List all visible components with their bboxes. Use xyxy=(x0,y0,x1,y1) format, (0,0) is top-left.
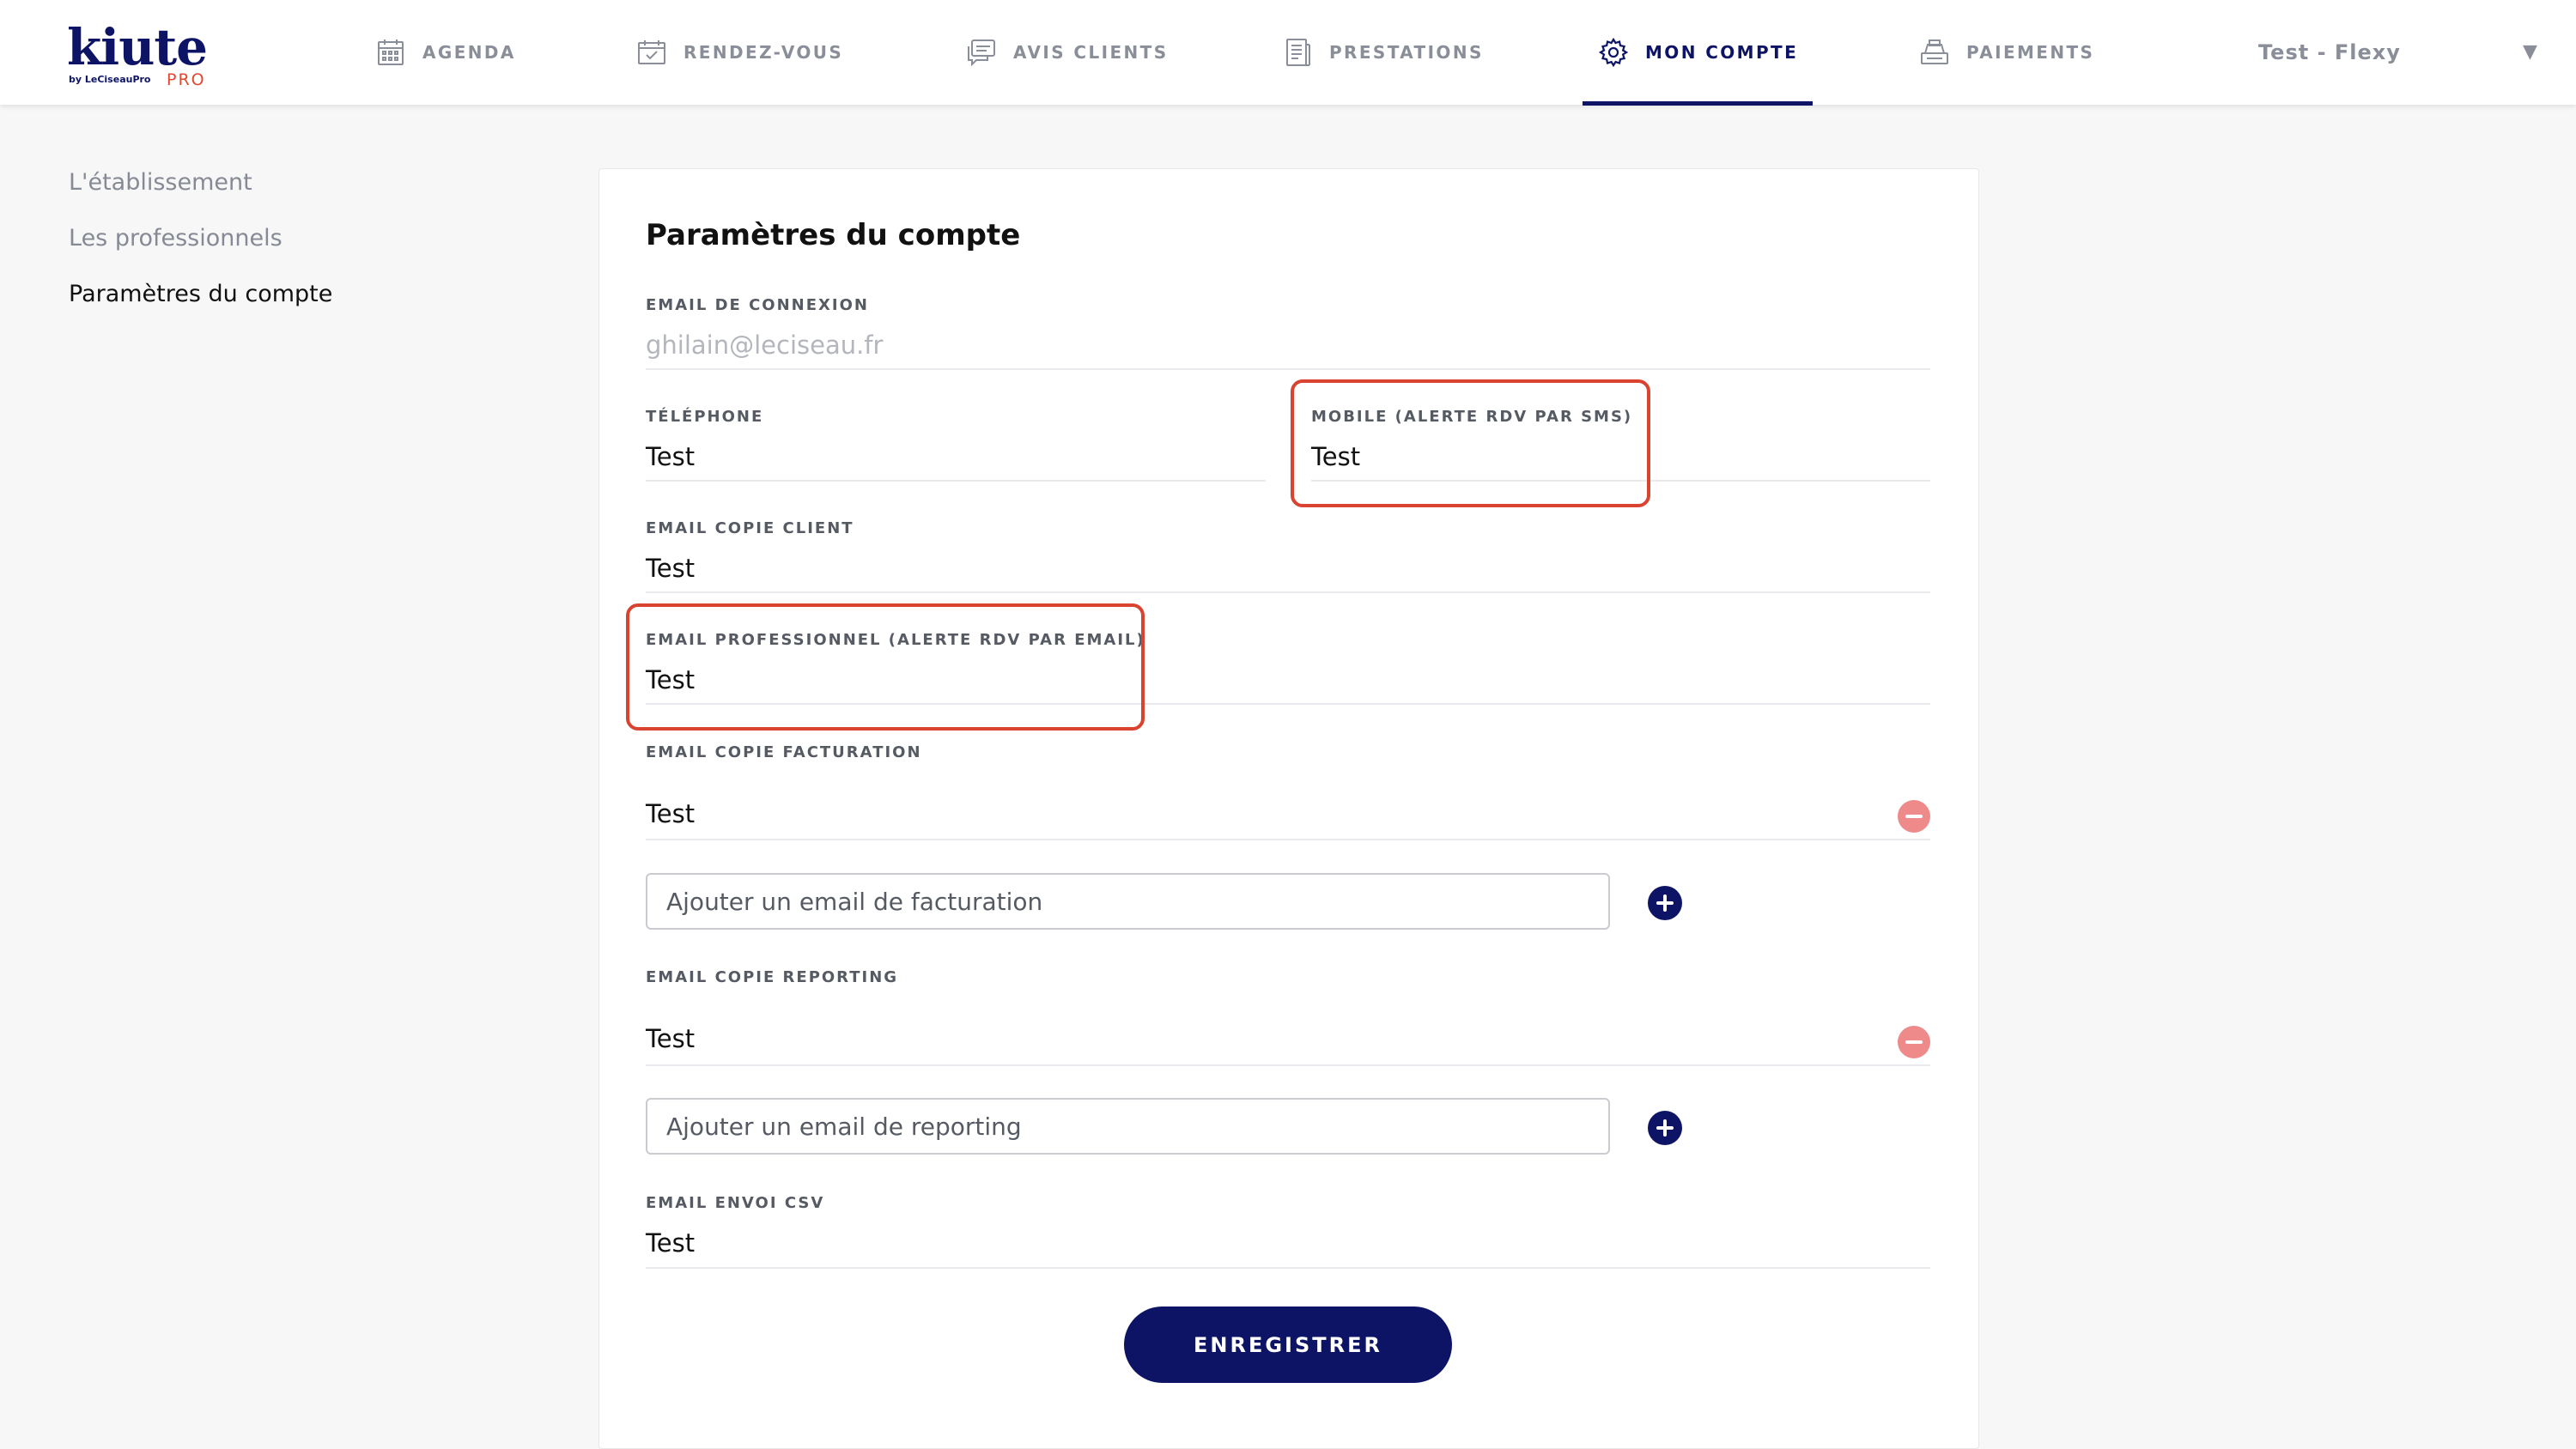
sidebar-item-professionnels[interactable]: Les professionnels xyxy=(69,225,283,252)
add-facturation-email-input[interactable] xyxy=(646,873,1610,930)
sidebar-item-etablissement[interactable]: L'établissement xyxy=(69,169,252,196)
add-reporting-email-input[interactable] xyxy=(646,1098,1610,1155)
divider xyxy=(646,839,1930,840)
remove-facturation-email-button[interactable] xyxy=(1898,800,1930,833)
email-copie-facturation-label: EMAIL COPIE FACTURATION xyxy=(646,743,922,761)
user-account-menu[interactable]: Test - Flexy xyxy=(2258,0,2401,105)
active-tab-indicator xyxy=(1583,101,1813,106)
email-copie-client-field[interactable]: Test xyxy=(646,554,695,583)
nav-prestations[interactable]: PRESTATIONS xyxy=(1283,0,1484,105)
nav-paiements-label: PAIEMENTS xyxy=(1966,42,2095,63)
email-copie-reporting-label: EMAIL COPIE REPORTING xyxy=(646,968,899,986)
logo-wordmark: kiute xyxy=(67,18,208,76)
nav-paiements[interactable]: PAIEMENTS xyxy=(1920,0,2094,105)
sidebar-item-parametres-compte[interactable]: Paramètres du compte xyxy=(69,281,332,307)
email-envoi-csv-label: EMAIL ENVOI CSV xyxy=(646,1194,825,1212)
kiute-logo[interactable]: kiute by LeCiseauPro PRO xyxy=(67,22,222,91)
calendar-icon xyxy=(378,39,404,65)
nav-prestations-label: PRESTATIONS xyxy=(1329,42,1484,63)
page-title: Paramètres du compte xyxy=(646,218,1021,252)
user-name: Test - Flexy xyxy=(2258,40,2401,64)
divider xyxy=(646,1267,1930,1269)
email-connexion-label: EMAIL DE CONNEXION xyxy=(646,296,869,314)
nav-avis-clients-label: AVIS CLIENTS xyxy=(1013,42,1169,63)
document-list-icon xyxy=(1286,39,1310,66)
nav-rendez-vous[interactable]: RENDEZ-VOUS xyxy=(637,0,843,105)
divider xyxy=(646,368,1930,370)
nav-avis-clients[interactable]: AVIS CLIENTS xyxy=(967,0,1169,105)
email-envoi-csv-field[interactable]: Test xyxy=(646,1228,695,1258)
email-connexion-value: ghilain@leciseau.fr xyxy=(646,330,884,360)
logo-pro-tag: PRO xyxy=(167,70,206,89)
nav-mon-compte[interactable]: MON COMPTE xyxy=(1599,0,1798,105)
divider xyxy=(646,1064,1930,1066)
logo-byline: by LeCiseauPro xyxy=(69,74,151,85)
email-copie-facturation-value: Test xyxy=(646,799,696,828)
account-settings-card xyxy=(598,168,1979,1449)
mobile-highlight-box xyxy=(1291,379,1650,507)
minus-icon xyxy=(1905,1040,1923,1044)
nav-rendez-vous-label: RENDEZ-VOUS xyxy=(683,42,844,63)
email-professionnel-highlight-box xyxy=(626,603,1145,731)
calendar-check-icon xyxy=(638,40,665,64)
remove-reporting-email-button[interactable] xyxy=(1898,1026,1930,1058)
add-reporting-email-button[interactable] xyxy=(1648,1111,1682,1145)
nav-agenda-label: AGENDA xyxy=(422,42,516,63)
nav-agenda[interactable]: AGENDA xyxy=(376,0,516,105)
divider xyxy=(646,591,1930,593)
divider xyxy=(646,480,1266,482)
email-copie-client-label: EMAIL COPIE CLIENT xyxy=(646,519,854,537)
email-copie-reporting-value: Test xyxy=(646,1024,696,1053)
add-facturation-email-button[interactable] xyxy=(1648,886,1682,920)
telephone-label: TÉLÉPHONE xyxy=(646,408,764,426)
telephone-field[interactable]: Test xyxy=(646,442,695,471)
chat-bubbles-icon xyxy=(968,39,995,67)
chevron-down-icon[interactable]: ▼ xyxy=(2523,41,2537,63)
minus-icon xyxy=(1905,815,1923,818)
nav-mon-compte-label: MON COMPTE xyxy=(1645,42,1799,63)
save-button[interactable]: ENREGISTRER xyxy=(1124,1307,1452,1383)
gear-icon xyxy=(1599,38,1628,67)
top-navigation-bar: kiute by LeCiseauPro PRO AGENDA RENDEZ-V… xyxy=(0,0,2576,106)
cash-register-icon xyxy=(1921,39,1948,64)
